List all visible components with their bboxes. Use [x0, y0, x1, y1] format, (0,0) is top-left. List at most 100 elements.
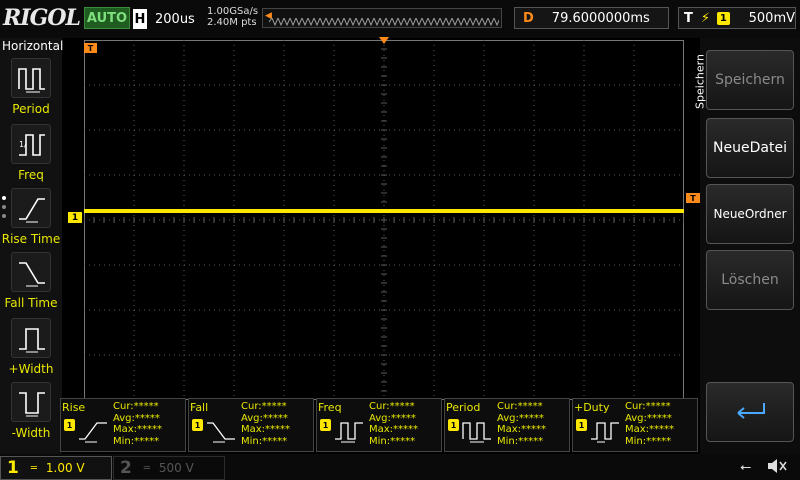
- ch2-tab[interactable]: 2 ═ 500 V: [113, 456, 225, 480]
- duty-cycle-icon: [591, 422, 619, 443]
- measurement-max: Max:*****: [369, 424, 419, 435]
- ch1-tab[interactable]: 1 ═ 1.00 V: [0, 456, 112, 480]
- period-label: Period: [12, 102, 50, 116]
- top-status-bar: RIGOL AUTO H 200us 1.00GSa/s 2.40M pts ◀…: [0, 0, 800, 38]
- freq-icon: 1/: [11, 124, 51, 164]
- measurement-max: Max:*****: [113, 424, 163, 435]
- measurement-avg: Avg:*****: [369, 412, 416, 424]
- measurement-cur: Cur:*****: [497, 401, 543, 412]
- measurement-max: Max:*****: [497, 424, 547, 435]
- measurement-positive-duty[interactable]: +Duty 1 Cur:***** Avg:***** Max:***** Mi…: [572, 398, 698, 452]
- trigger-tag: T: [684, 10, 693, 26]
- trigger-level-marker[interactable]: T: [686, 193, 700, 203]
- trigger-position-arrow-icon: [379, 37, 389, 44]
- timebase-tag: H: [133, 9, 147, 29]
- ch2-scale: 500 V: [158, 461, 194, 475]
- freq-icon: [335, 422, 363, 443]
- page-indicator: [2, 196, 6, 223]
- measurement-min: Min:*****: [241, 435, 288, 447]
- timebase-value: 200us: [155, 11, 195, 27]
- measurement-fall[interactable]: Fall 1 Cur:***** Avg:***** Max:***** Min…: [188, 398, 314, 452]
- measurement-source-badge: 1: [64, 419, 75, 431]
- measurement-cur: Cur:*****: [113, 401, 159, 412]
- measurement-min: Min:*****: [497, 435, 544, 447]
- measurement-cur: Cur:*****: [241, 401, 287, 412]
- measurement-cur: Cur:*****: [625, 401, 671, 412]
- fall-time-icon: [207, 422, 235, 443]
- channel-status-bar: 1 ═ 1.00 V 2 ═ 500 V: [0, 454, 800, 480]
- measurement-name: +Duty: [574, 401, 610, 414]
- measurement-name: Period: [446, 401, 481, 414]
- measurement-avg: Avg:*****: [625, 412, 672, 424]
- save-menu-title: Speichern: [688, 48, 707, 118]
- measurement-max: Max:*****: [241, 424, 291, 435]
- memory-position-strip[interactable]: ◀: [262, 8, 502, 28]
- period-icon: [462, 422, 491, 443]
- ch1-number: 1: [7, 458, 19, 478]
- trigger-readout[interactable]: T ⚡ 1 500mV: [678, 7, 796, 29]
- save-menu-title-text: Speichern: [693, 54, 707, 109]
- horizontal-menu-panel: Horizontal Period 1/ Freq Rise Time Fall…: [0, 38, 64, 454]
- measurement-cur: Cur:*****: [369, 401, 415, 412]
- horizontal-menu-title: Horizontal: [2, 39, 64, 53]
- freq-label: Freq: [18, 168, 44, 182]
- delay-tag: D: [523, 10, 534, 26]
- measurement-min: Min:*****: [369, 435, 416, 447]
- measurement-source-badge: 1: [448, 419, 459, 431]
- measurement-max: Max:*****: [625, 424, 675, 435]
- negative-width-label: -Width: [11, 426, 51, 440]
- measurement-min: Min:*****: [625, 435, 672, 447]
- memory-waveform-icon: [269, 18, 499, 26]
- measurement-avg: Avg:*****: [113, 412, 160, 424]
- measurement-source-badge: 1: [576, 419, 587, 431]
- rise-time-icon: [79, 422, 107, 443]
- usb-icon: ⭠: [740, 459, 752, 475]
- measurement-name: Freq: [318, 401, 342, 414]
- fall-time-label: Fall Time: [4, 296, 58, 310]
- speichern-button[interactable]: Speichern: [706, 50, 794, 110]
- neue-ordner-button[interactable]: NeueOrdner: [706, 184, 794, 244]
- acquisition-info: 1.00GSa/s 2.40M pts: [207, 6, 258, 28]
- fall-time-icon: [11, 252, 51, 292]
- return-arrow-icon: [737, 403, 765, 419]
- measurement-min: Min:*****: [113, 435, 160, 447]
- ch1-coupling-icon: ═: [30, 462, 37, 474]
- rise-time-label: Rise Time: [1, 232, 61, 246]
- measurement-avg: Avg:*****: [241, 412, 288, 424]
- delay-readout[interactable]: D 79.6000000ms: [514, 7, 669, 29]
- measurement-period[interactable]: Period 1 Cur:***** Avg:***** Max:***** M…: [444, 398, 570, 452]
- ch2-coupling-icon: ═: [143, 462, 150, 474]
- delay-value: 79.6000000ms: [551, 10, 650, 26]
- measurement-avg: Avg:*****: [497, 412, 544, 424]
- return-button[interactable]: [706, 382, 794, 442]
- neue-datei-button[interactable]: NeueDatei: [706, 118, 794, 178]
- measurement-freq[interactable]: Freq 1 Cur:***** Avg:***** Max:***** Min…: [316, 398, 442, 452]
- auto-mode-button[interactable]: AUTO: [84, 7, 130, 29]
- measurement-source-badge: 1: [320, 419, 331, 431]
- positive-width-label: +Width: [8, 362, 54, 376]
- rising-edge-icon: ⚡: [700, 10, 711, 26]
- trigger-source-badge: 1: [717, 11, 730, 25]
- loeschen-button[interactable]: Löschen: [706, 250, 794, 310]
- measurement-source-badge: 1: [192, 419, 203, 431]
- measurement-name: Rise: [62, 401, 86, 414]
- timebase-readout[interactable]: H 200us: [133, 8, 203, 30]
- graticule: [84, 40, 684, 400]
- negative-width-icon: [11, 382, 51, 422]
- ch1-offset-marker[interactable]: 1: [68, 212, 82, 223]
- trigger-level-value: 500mV: [748, 10, 795, 26]
- ch2-number: 2: [120, 458, 132, 478]
- trigger-time-marker[interactable]: T: [84, 43, 97, 53]
- period-icon: [11, 58, 51, 98]
- memory-depth: 2.40M pts: [207, 17, 257, 28]
- speaker-muted-icon[interactable]: [766, 457, 788, 475]
- rigol-logo: RIGOL: [3, 5, 81, 31]
- svg-text:1/: 1/: [19, 140, 27, 149]
- waveform-display[interactable]: [84, 40, 684, 400]
- measurement-name: Fall: [190, 401, 209, 414]
- measurement-rise[interactable]: Rise 1 Cur:***** Avg:***** Max:***** Min…: [60, 398, 186, 452]
- ch1-scale: 1.00 V: [45, 461, 85, 475]
- rise-time-icon: [11, 188, 51, 228]
- positive-width-icon: [11, 318, 51, 358]
- sample-rate: 1.00GSa/s: [207, 6, 259, 17]
